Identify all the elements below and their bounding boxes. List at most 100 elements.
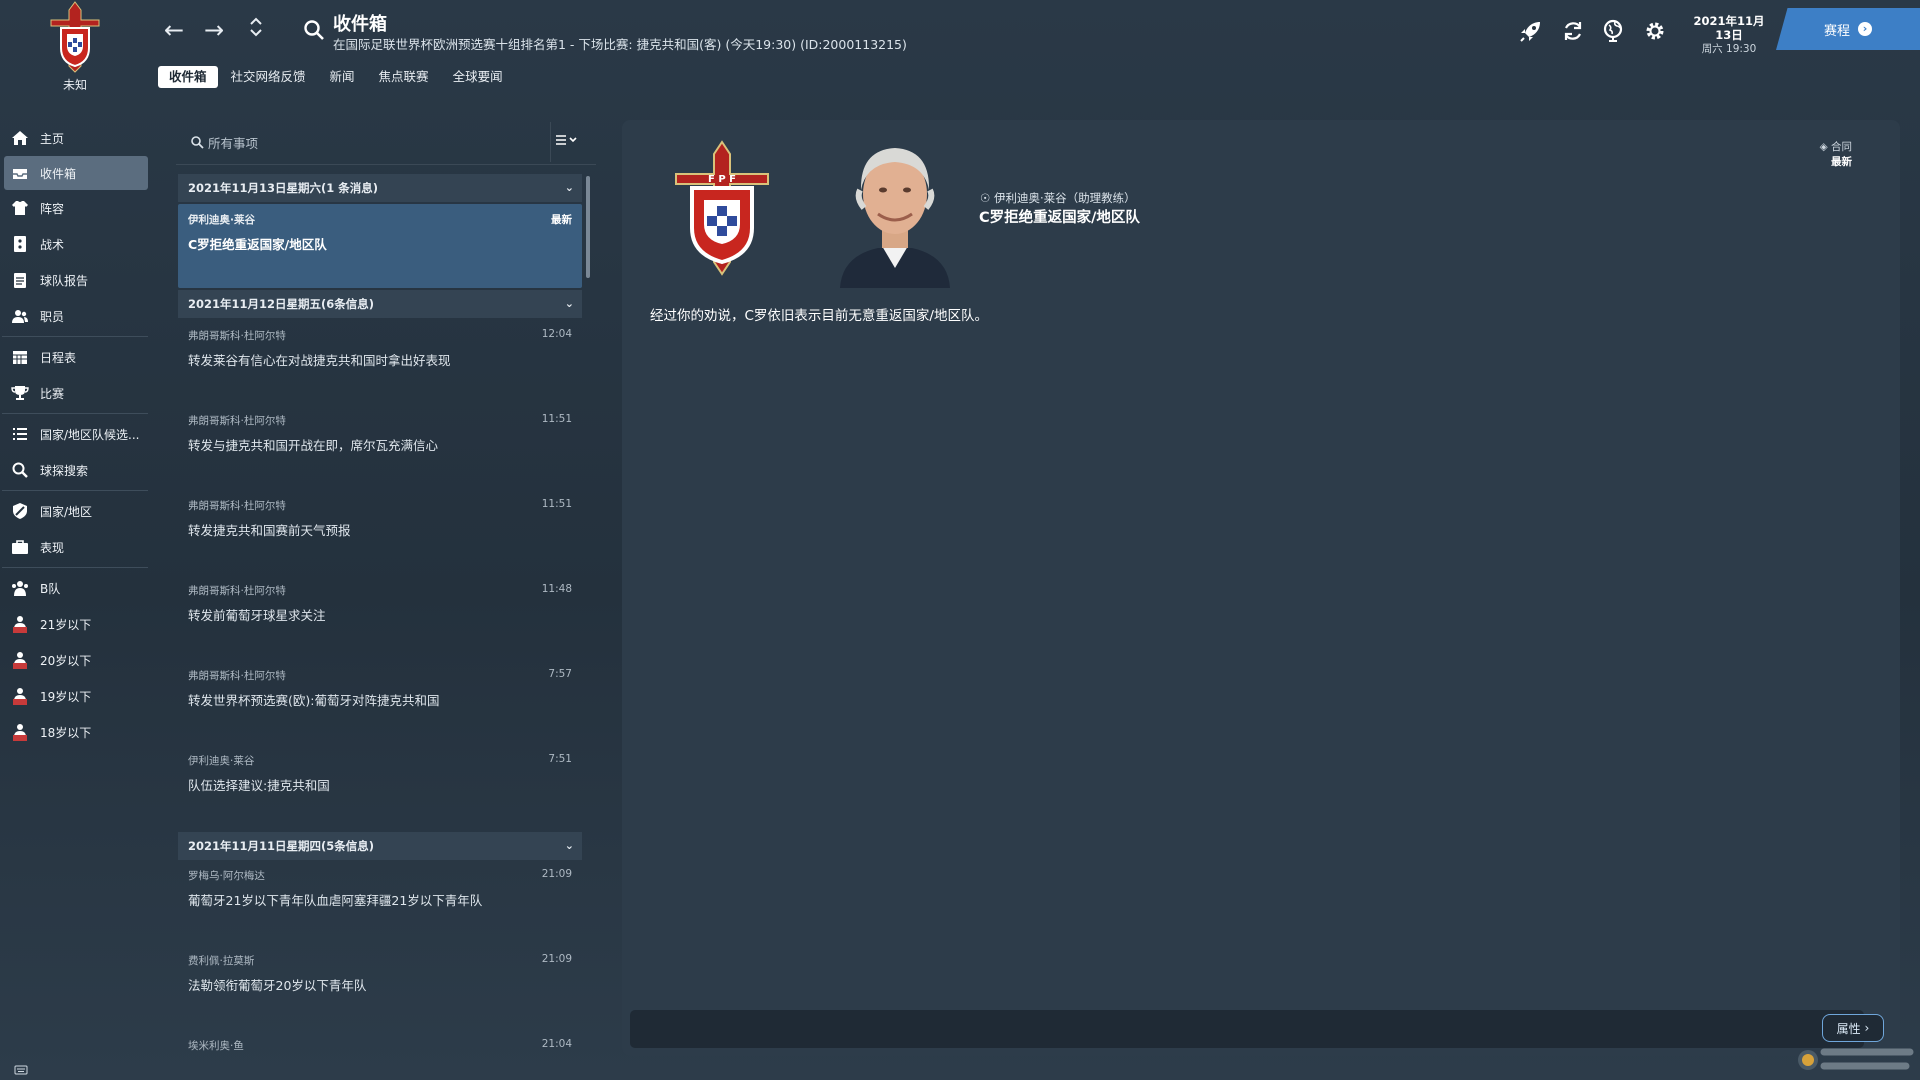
sidebar-item-nation[interactable]: 国家/地区 — [0, 493, 152, 529]
watermark-logo — [1790, 1040, 1915, 1076]
youth-team-icon — [10, 614, 30, 634]
list-item[interactable]: 弗朗哥斯科·杜阿尔特 转发莱谷有信心在对战捷克共和国时拿出好表现 12:04 — [178, 320, 582, 404]
continue-button[interactable]: 赛程 › — [1776, 8, 1920, 50]
sidebar-item-u18[interactable]: 18岁以下 — [0, 714, 152, 750]
tab-news[interactable]: 新闻 — [319, 66, 366, 88]
badge-text: F P F — [708, 174, 736, 185]
sidebar-item-staff[interactable]: 职员 — [0, 298, 152, 334]
sidebar: 主页 收件箱 阵容 战术 球队报告 职员 日程表 比赛 国家/地区队候选... … — [0, 120, 152, 750]
list-item[interactable]: 弗朗哥斯科·杜阿尔特 转发世界杯预选赛(欧):葡萄牙对阵捷克共和国 7:57 — [178, 660, 582, 744]
sidebar-item-competitions[interactable]: 比赛 — [0, 375, 152, 411]
tab-world-news[interactable]: 全球要闻 — [442, 66, 514, 88]
list-icon — [10, 424, 30, 444]
sidebar-divider — [2, 413, 148, 414]
list-item[interactable]: 弗朗哥斯科·杜阿尔特 转发捷克共和国赛前天气预报 11:51 — [178, 490, 582, 574]
sidebar-item-b-team[interactable]: B队 — [0, 570, 152, 606]
detail-body: 经过你的劝说，C罗依旧表示目前无意重返国家/地区队。 — [650, 308, 988, 324]
search-icon[interactable] — [302, 18, 328, 44]
inbox-tabs: 收件箱 社交网络反馈 新闻 焦点联赛 全球要闻 — [158, 66, 514, 88]
club-name: 未知 — [62, 78, 87, 92]
sidebar-item-national-candidates[interactable]: 国家/地区队候选... — [0, 416, 152, 452]
staff-icon — [10, 306, 30, 326]
message-list-panel: 所有事项 2021年11月13日星期六(1 条消息) ⌄ 伊利迪奥·莱谷 C罗拒… — [176, 120, 596, 1080]
globe-icon[interactable] — [1600, 18, 1626, 44]
date-group-header[interactable]: 2021年11月11日星期四(5条信息) ⌄ — [178, 832, 582, 860]
page-subtitle: 在国际足联世界杯欧洲预选赛十组排名第1 - 下场比赛: 捷克共和国(客) (今天… — [333, 37, 907, 52]
list-item[interactable]: 弗朗哥斯科·杜阿尔特 转发前葡萄牙球星求关注 11:48 — [178, 575, 582, 659]
youth-team-icon — [10, 686, 30, 706]
sidebar-divider — [2, 490, 148, 491]
sidebar-item-performance[interactable]: 表现 — [0, 529, 152, 565]
contract-tag[interactable]: ◈ 合同 最新 — [1820, 140, 1852, 170]
youth-team-icon — [10, 650, 30, 670]
detail-sender: ☉ 伊利迪奥·莱谷（助理教练） — [980, 191, 1136, 205]
sidebar-item-home[interactable]: 主页 — [0, 120, 152, 156]
home-icon — [10, 128, 30, 148]
shirt-icon — [10, 198, 30, 218]
tactics-icon — [10, 234, 30, 254]
time-line: 周六 19:30 — [1701, 43, 1757, 55]
chevron-down-icon: ⌄ — [564, 839, 574, 852]
settings-gear-icon[interactable] — [1642, 18, 1668, 44]
sidebar-item-team-report[interactable]: 球队报告 — [0, 262, 152, 298]
club-badge[interactable]: 未知 — [40, 0, 110, 96]
list-item[interactable]: 伊利迪奥·莱谷 C罗拒绝重返国家/地区队 最新 — [178, 204, 582, 288]
expand-collapse-icon[interactable] — [242, 16, 270, 44]
back-arrow-icon[interactable]: ← — [160, 16, 188, 44]
team-icon — [10, 578, 30, 598]
youth-team-icon — [10, 722, 30, 742]
list-item[interactable]: 罗梅乌·阿尔梅达 葡萄牙21岁以下青年队血虐阿塞拜疆21岁以下青年队 21:09 — [178, 860, 582, 944]
trophy-icon — [10, 383, 30, 403]
attributes-button[interactable]: 属性 › — [1822, 1014, 1884, 1042]
detail-subject: C罗拒绝重返国家/地区队 — [979, 210, 1140, 226]
sidebar-item-scouting[interactable]: 球探搜索 — [0, 452, 152, 488]
list-item[interactable]: 埃米利奥·鱼 21:04 — [178, 1030, 582, 1080]
list-item[interactable]: 伊利迪奥·莱谷 队伍选择建议:捷克共和国 7:51 — [178, 745, 582, 829]
tab-social-feedback[interactable]: 社交网络反馈 — [220, 66, 317, 88]
clipboard-icon — [10, 270, 30, 290]
sender-portrait — [820, 128, 970, 288]
forward-arrow-icon[interactable]: → — [200, 16, 228, 44]
fpf-crest-icon: F P F — [670, 138, 774, 282]
chevron-down-icon: ⌄ — [564, 297, 574, 310]
tag-icon: ◈ — [1819, 141, 1828, 153]
shield-icon — [10, 501, 30, 521]
person-icon: ☉ — [980, 191, 991, 205]
date-line: 2021年11月13日 — [1693, 14, 1765, 42]
divider — [550, 122, 551, 162]
continue-label: 赛程 — [1823, 23, 1850, 39]
keyboard-icon[interactable] — [14, 1060, 28, 1075]
game-date: 2021年11月13日 周六 19:30 — [1686, 14, 1772, 56]
date-group-header[interactable]: 2021年11月12日星期五(6条信息) ⌄ — [178, 290, 582, 318]
sidebar-item-tactics[interactable]: 战术 — [0, 226, 152, 262]
search-icon — [10, 460, 30, 480]
tab-inbox[interactable]: 收件箱 — [158, 66, 218, 88]
sidebar-item-inbox[interactable]: 收件箱 — [4, 156, 148, 190]
tab-focus-leagues[interactable]: 焦点联赛 — [368, 66, 440, 88]
sidebar-item-u20[interactable]: 20岁以下 — [0, 642, 152, 678]
sidebar-item-schedule[interactable]: 日程表 — [0, 339, 152, 375]
calendar-icon — [10, 347, 30, 367]
search-placeholder: 所有事项 — [208, 136, 259, 151]
list-item[interactable]: 弗朗哥斯科·杜阿尔特 转发与捷克共和国开战在即，席尔瓦充满信心 11:51 — [178, 405, 582, 489]
scrollbar[interactable] — [586, 176, 590, 278]
fpf-crest-icon — [50, 1, 100, 73]
chevron-down-icon: ⌄ — [564, 181, 574, 194]
filter-menu-icon[interactable] — [552, 132, 592, 152]
refresh-icon[interactable] — [1560, 18, 1586, 44]
sidebar-divider — [2, 336, 148, 337]
date-group-header[interactable]: 2021年11月13日星期六(1 条消息) ⌄ — [178, 174, 582, 202]
search-icon — [190, 134, 204, 153]
page-title: 收件箱 — [333, 14, 387, 35]
reply-bar[interactable] — [630, 1010, 1864, 1048]
inbox-icon — [10, 163, 30, 183]
briefcase-icon — [10, 537, 30, 557]
chevron-right-icon: › — [1860, 1021, 1870, 1035]
rocket-icon[interactable] — [1518, 18, 1544, 44]
sidebar-item-u19[interactable]: 19岁以下 — [0, 678, 152, 714]
sidebar-item-u21[interactable]: 21岁以下 — [0, 606, 152, 642]
message-detail-panel: F P F ☉ 伊利迪奥·莱谷（助理教练） C罗拒绝重返国家/地区队 ◈ 合同 … — [622, 120, 1900, 1056]
list-search-bar[interactable]: 所有事项 — [176, 120, 596, 165]
sidebar-item-squad[interactable]: 阵容 — [0, 190, 152, 226]
list-item[interactable]: 费利佩·拉莫斯 法勒领衔葡萄牙20岁以下青年队 21:09 — [178, 945, 582, 1029]
